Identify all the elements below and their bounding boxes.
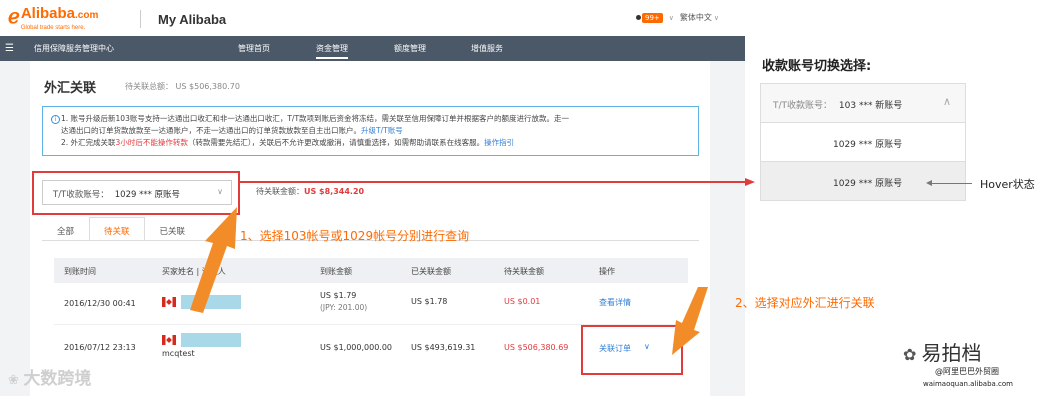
row-received-note: (JPY: 201.00) [320,303,368,312]
watermark-right-text: 易拍档 [921,341,982,365]
row-time: 2016/07/12 23:13 [64,343,136,352]
col-time: 到账时间 [64,267,96,276]
divider [140,10,141,28]
col-linked: 已关联金额 [411,267,451,276]
top-bar: ℯ Alibaba.com Global trade starts here. … [0,0,745,36]
top-right-controls: 99+ ∨ 繁体中文 ∨ [636,12,725,23]
chevron-down-icon[interactable]: ∨ [669,14,674,22]
pending-amount-value: US $8,344.20 [304,187,365,196]
watermark-sub-2: waimaoquan.alibaba.com [923,380,1014,388]
chevron-down-icon[interactable]: ∨ [714,14,719,22]
alibaba-logo[interactable]: ℯ Alibaba.com Global trade starts here. [8,6,98,32]
orange-arrow-1 [190,207,237,313]
chevron-up-icon: ∧ [942,95,951,108]
row-time: 2016/12/30 00:41 [64,299,136,308]
view-details-link[interactable]: 查看详情 [599,297,631,308]
pending-amount: 待关联金额：US $8,344.20 [256,186,364,197]
connector-arrowhead [745,178,757,186]
wechat-icon: ✿ [903,345,922,364]
annotation-step-1: 1、选择103帐号或1029帐号分别进行查询 [240,229,470,243]
dropdown-option-hover[interactable]: 1029 *** 原账号 [760,161,966,201]
main-navbar: ☰ 信用保障服务管理中心 管理首页 资金管理 额度管理 增值服务 [0,36,745,61]
notice-line-1: 1. 账号升级后新103账号支持一达通出口收汇和非一达通出口收汇，T/T款项到账… [61,114,570,123]
watermark-sub-1: @阿里巴巴外贸圈 [935,367,999,376]
nav-tab-value-added[interactable]: 增值服务 [471,43,503,54]
row-linked: US $493,619.31 [411,343,476,352]
info-icon: i [51,115,60,124]
watermark-logo-icon: ❀ [8,373,24,388]
row-payer: mcqtest [162,349,195,358]
nav-tab-quota[interactable]: 额度管理 [394,43,426,54]
watermark-right: ✿ 易拍档 [903,337,982,366]
row-linked: US $1.78 [411,297,448,306]
pending-total: 待关联总额： US $506,380.70 [125,82,240,91]
tab-all[interactable]: 全部 [42,217,89,241]
language-select[interactable]: 繁体中文 [680,12,712,23]
nav-tab-home[interactable]: 管理首页 [238,43,270,54]
service-center-title: 信用保障服务管理中心 [34,44,114,53]
dropdown-label: T/T收款账号： [773,101,833,111]
right-panel-title: 收款账号切换选择: [762,59,872,74]
message-badge: 99+ [642,12,663,23]
col-action: 操作 [599,267,615,276]
logo-text: Alibaba [20,5,76,22]
col-pending: 待关联金额 [504,267,544,276]
notice-line-3a: 2. 外汇完成关联 [61,138,116,147]
connector-line [240,181,745,183]
logo-suffix: .com [75,10,99,21]
page-title: 外汇关联 [44,81,97,96]
watermark-left-text: 大数跨境 [23,369,92,389]
message-icon[interactable] [636,15,641,20]
row-pending: US $0.01 [504,297,541,306]
notice-line-3b: （转款需要先结汇），关联后不允许更改或撤消，请慎重选择，如需帮助请联系在线客服。 [187,138,485,147]
menu-icon[interactable]: ☰ [5,43,16,54]
nav-tab-funds[interactable]: 资金管理 [316,43,348,59]
notice-line-2: 达通出口的订单货款放款至一达通账户，不走一达通出口的订单货款放款至自主出口账户。 [61,126,361,135]
filter-tabs: 全部 待关联 已关联 [42,217,200,241]
my-alibaba-link[interactable]: My Alibaba [158,12,226,27]
orange-arrow-2 [672,287,708,355]
dropdown-option[interactable]: 1029 *** 原账号 [760,122,966,162]
hover-pointer-arrow [926,180,972,186]
alibaba-logo-icon: ℯ [8,6,20,28]
notice-warning: 3小时后不能操作转款 [115,138,188,147]
table-header: 到账时间 买家姓名 | 汇款人 到账金额 已关联金额 待关联金额 操作 [54,258,688,283]
annotation-step-2: 2、选择对应外汇进行关联 [735,296,875,310]
table-row: 2016/12/30 00:41 US $1.79 (JPY: 201.00) … [54,283,688,325]
tab-pending[interactable]: 待关联 [89,217,145,241]
row-received: US $1.79 [320,291,357,300]
pending-amount-label: 待关联金额： [256,187,304,196]
row-pending: US $506,380.69 [504,343,569,352]
my-alibaba-frame: ℯ Alibaba.com Global trade starts here. … [0,0,745,396]
guide-link[interactable]: 操作指引 [484,138,514,147]
upgrade-account-link[interactable]: 升级T/T账号 [361,126,403,135]
dropdown-selected: 103 *** 新账号 [838,101,903,111]
watermark-left: ❀ 大数跨境 [8,364,91,389]
logo-tagline: Global trade starts here. [20,25,86,31]
hover-state-label: Hover状态 [980,178,1035,191]
notice-box: i 1. 账号升级后新103账号支持一达通出口收汇和非一达通出口收汇，T/T款项… [42,106,699,156]
col-received: 到账金额 [320,267,352,276]
row-received: US $1,000,000.00 [320,343,393,352]
account-dropdown-open[interactable]: T/T收款账号： 103 *** 新账号 ∧ [760,83,966,123]
